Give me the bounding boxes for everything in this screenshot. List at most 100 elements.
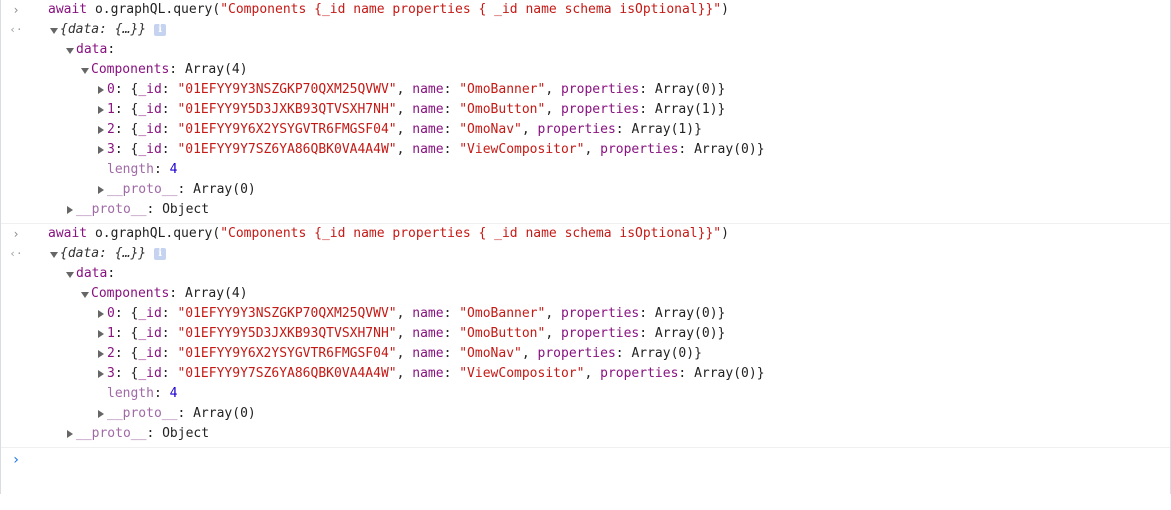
components-type: Array(4): [184, 286, 248, 301]
properties-key: properties: [537, 122, 616, 137]
properties-key: properties: [560, 102, 640, 117]
name-value: "OmoBanner": [459, 306, 546, 321]
expand-triangle-icon[interactable]: [80, 284, 90, 304]
collapse-triangle-icon[interactable]: [96, 140, 106, 160]
data-key: data: [76, 42, 108, 57]
collapse-triangle-icon[interactable]: [96, 304, 106, 324]
collapse-triangle-icon[interactable]: [65, 424, 75, 444]
id-value: "01EFYY9Y3NSZGKP70QXM25QVWV": [177, 306, 397, 321]
info-icon[interactable]: i: [154, 23, 167, 36]
id-value: "01EFYY9Y5D3JXKB93QTVSXH7NH": [177, 102, 397, 117]
id-value: "01EFYY9Y7SZ6YA86QBK0VA4A4W": [177, 142, 397, 157]
name-value: "ViewCompositor": [459, 366, 585, 381]
length-row: length: 4: [107, 162, 178, 177]
properties-value: Array(1): [631, 122, 695, 137]
row-index: 3: [107, 366, 115, 381]
console-prompt-input[interactable]: ›: [1, 450, 1170, 470]
result-preview-line[interactable]: ‹· {data: {…}} i: [1, 244, 1170, 264]
name-key: name: [412, 366, 444, 381]
properties-value: Array(0): [654, 82, 718, 97]
object-proto-row[interactable]: __proto__: Object: [1, 200, 1170, 220]
collapse-triangle-icon[interactable]: [96, 100, 106, 120]
data-node[interactable]: data:: [1, 40, 1170, 60]
prompt-chevron-icon: ›: [11, 452, 21, 468]
proto-value: Object: [162, 202, 210, 217]
id-key: _id: [138, 306, 162, 321]
proto-value: Object: [162, 426, 210, 441]
id-value: "01EFYY9Y6X2YSYGVTR6FMGSF04": [177, 346, 397, 361]
call-close: ): [721, 2, 729, 17]
name-value: "OmoNav": [459, 122, 522, 137]
input-prompt-icon: ›: [12, 227, 20, 241]
properties-value: Array(0): [654, 326, 718, 341]
array-proto-row[interactable]: __proto__: Array(0): [1, 180, 1170, 200]
result-preview-line[interactable]: ‹· {data: {…}} i: [1, 20, 1170, 40]
collapse-triangle-icon[interactable]: [96, 324, 106, 344]
return-value-icon: ‹·: [9, 23, 23, 36]
id-key: _id: [138, 82, 162, 97]
collapse-triangle-icon[interactable]: [96, 404, 106, 424]
properties-value: Array(0): [631, 346, 695, 361]
expand-triangle-icon[interactable]: [65, 264, 75, 284]
properties-key: properties: [537, 346, 616, 361]
input-code: await o.graphQL.query("Components {_id n…: [48, 224, 729, 244]
id-value: "01EFYY9Y6X2YSYGVTR6FMGSF04": [177, 122, 397, 137]
id-key: _id: [138, 122, 162, 137]
proto-key: __proto__: [107, 182, 178, 197]
component-row[interactable]: 3: {_id: "01EFYY9Y7SZ6YA86QBK0VA4A4W", n…: [1, 364, 1170, 384]
name-key: name: [412, 142, 444, 157]
name-value: "OmoNav": [459, 346, 522, 361]
expand-triangle-icon[interactable]: [80, 60, 90, 80]
component-row[interactable]: 0: {_id: "01EFYY9Y3NSZGKP70QXM25QVWV", n…: [1, 304, 1170, 324]
component-row[interactable]: 3: {_id: "01EFYY9Y7SZ6YA86QBK0VA4A4W", n…: [1, 140, 1170, 160]
component-row[interactable]: 2: {_id: "01EFYY9Y6X2YSYGVTR6FMGSF04", n…: [1, 344, 1170, 364]
query-string: "Components {_id name properties { _id n…: [220, 226, 722, 241]
result-preview[interactable]: {data: {…}} i: [49, 244, 167, 264]
console-input-line[interactable]: › await o.graphQL.query("Components {_id…: [1, 0, 1170, 20]
data-node[interactable]: data:: [1, 264, 1170, 284]
id-key: _id: [138, 366, 162, 381]
info-icon[interactable]: i: [154, 247, 167, 260]
expand-triangle-icon[interactable]: [65, 40, 75, 60]
array-proto-row[interactable]: __proto__: Array(0): [1, 404, 1170, 424]
component-row[interactable]: 1: {_id: "01EFYY9Y5D3JXKB93QTVSXH7NH", n…: [1, 324, 1170, 344]
row-index: 0: [107, 82, 115, 97]
collapse-triangle-icon[interactable]: [96, 364, 106, 384]
id-value: "01EFYY9Y3NSZGKP70QXM25QVWV": [177, 82, 397, 97]
name-key: name: [412, 82, 444, 97]
component-row[interactable]: 2: {_id: "01EFYY9Y6X2YSYGVTR6FMGSF04", n…: [1, 120, 1170, 140]
component-row[interactable]: 0: {_id: "01EFYY9Y3NSZGKP70QXM25QVWV", n…: [1, 80, 1170, 100]
length-key: length: [107, 386, 154, 401]
name-value: "OmoButton": [459, 326, 546, 341]
collapse-triangle-icon[interactable]: [96, 180, 106, 200]
length-value: 4: [169, 162, 178, 177]
collapse-triangle-icon[interactable]: [96, 120, 106, 140]
proto-key: __proto__: [76, 202, 147, 217]
id-value: "01EFYY9Y5D3JXKB93QTVSXH7NH": [177, 326, 397, 341]
row-index: 2: [107, 122, 115, 137]
call-close: ): [721, 226, 729, 241]
expand-triangle-icon[interactable]: [49, 244, 59, 264]
components-key: Components: [91, 286, 170, 301]
result-preview[interactable]: {data: {…}} i: [49, 20, 167, 40]
await-keyword: await: [48, 2, 88, 17]
properties-key: properties: [560, 82, 640, 97]
collapse-triangle-icon[interactable]: [96, 80, 106, 100]
proto-key: __proto__: [107, 406, 178, 421]
id-key: _id: [138, 142, 162, 157]
row-index: 1: [107, 102, 115, 117]
console-entry: › await o.graphQL.query("Components {_id…: [1, 0, 1170, 224]
object-proto-row[interactable]: __proto__: Object: [1, 424, 1170, 444]
object-preview: {data: {…}}: [60, 246, 147, 261]
component-row[interactable]: 1: {_id: "01EFYY9Y5D3JXKB93QTVSXH7NH", n…: [1, 100, 1170, 120]
properties-key: properties: [600, 366, 679, 381]
properties-value: Array(0): [654, 306, 718, 321]
expand-triangle-icon[interactable]: [49, 20, 59, 40]
collapse-triangle-icon[interactable]: [65, 200, 75, 220]
components-node[interactable]: Components: Array(4): [1, 60, 1170, 80]
collapse-triangle-icon[interactable]: [96, 344, 106, 364]
console-input-line[interactable]: › await o.graphQL.query("Components {_id…: [1, 224, 1170, 244]
query-string: "Components {_id name properties { _id n…: [220, 2, 722, 17]
name-key: name: [412, 122, 444, 137]
components-node[interactable]: Components: Array(4): [1, 284, 1170, 304]
